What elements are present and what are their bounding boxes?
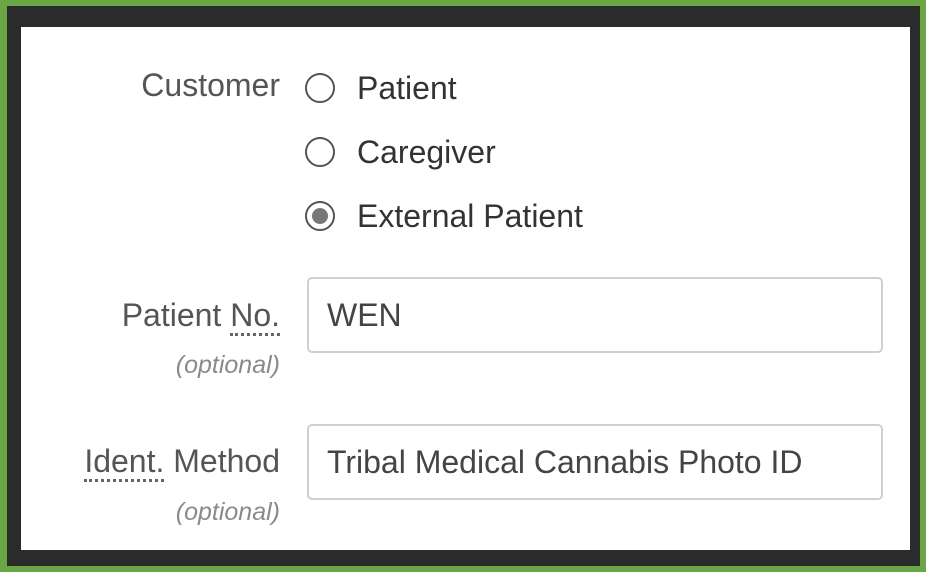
caregiver-radio-label: Caregiver (357, 134, 496, 170)
ident-method-label-suffix: Method (164, 443, 280, 479)
external-patient-radio[interactable] (305, 201, 335, 231)
external-patient-radio-label: External Patient (357, 198, 583, 234)
patient-no-label-prefix: Patient (121, 297, 231, 333)
customer-form-panel: Customer Patient Caregiver External Pati… (21, 27, 910, 550)
inner-frame: Customer Patient Caregiver External Pati… (7, 6, 920, 566)
patient-no-input[interactable] (307, 277, 883, 353)
patient-no-abbr: No. (230, 297, 280, 336)
radio-option-external-patient[interactable]: External Patient (305, 198, 583, 234)
patient-no-label: Patient No. (121, 297, 280, 336)
ident-method-input[interactable] (307, 424, 883, 500)
ident-method-label: Ident. Method (84, 443, 280, 482)
caregiver-radio[interactable] (305, 137, 335, 167)
outer-frame: Customer Patient Caregiver External Pati… (0, 0, 926, 572)
patient-no-optional: (optional) (175, 351, 280, 379)
ident-method-optional: (optional) (175, 498, 280, 526)
ident-abbr: Ident. (84, 443, 165, 482)
patient-radio[interactable] (305, 73, 335, 103)
patient-radio-label: Patient (357, 70, 457, 106)
radio-option-patient[interactable]: Patient (305, 70, 457, 106)
customer-label: Customer (141, 67, 280, 103)
radio-option-caregiver[interactable]: Caregiver (305, 134, 496, 170)
